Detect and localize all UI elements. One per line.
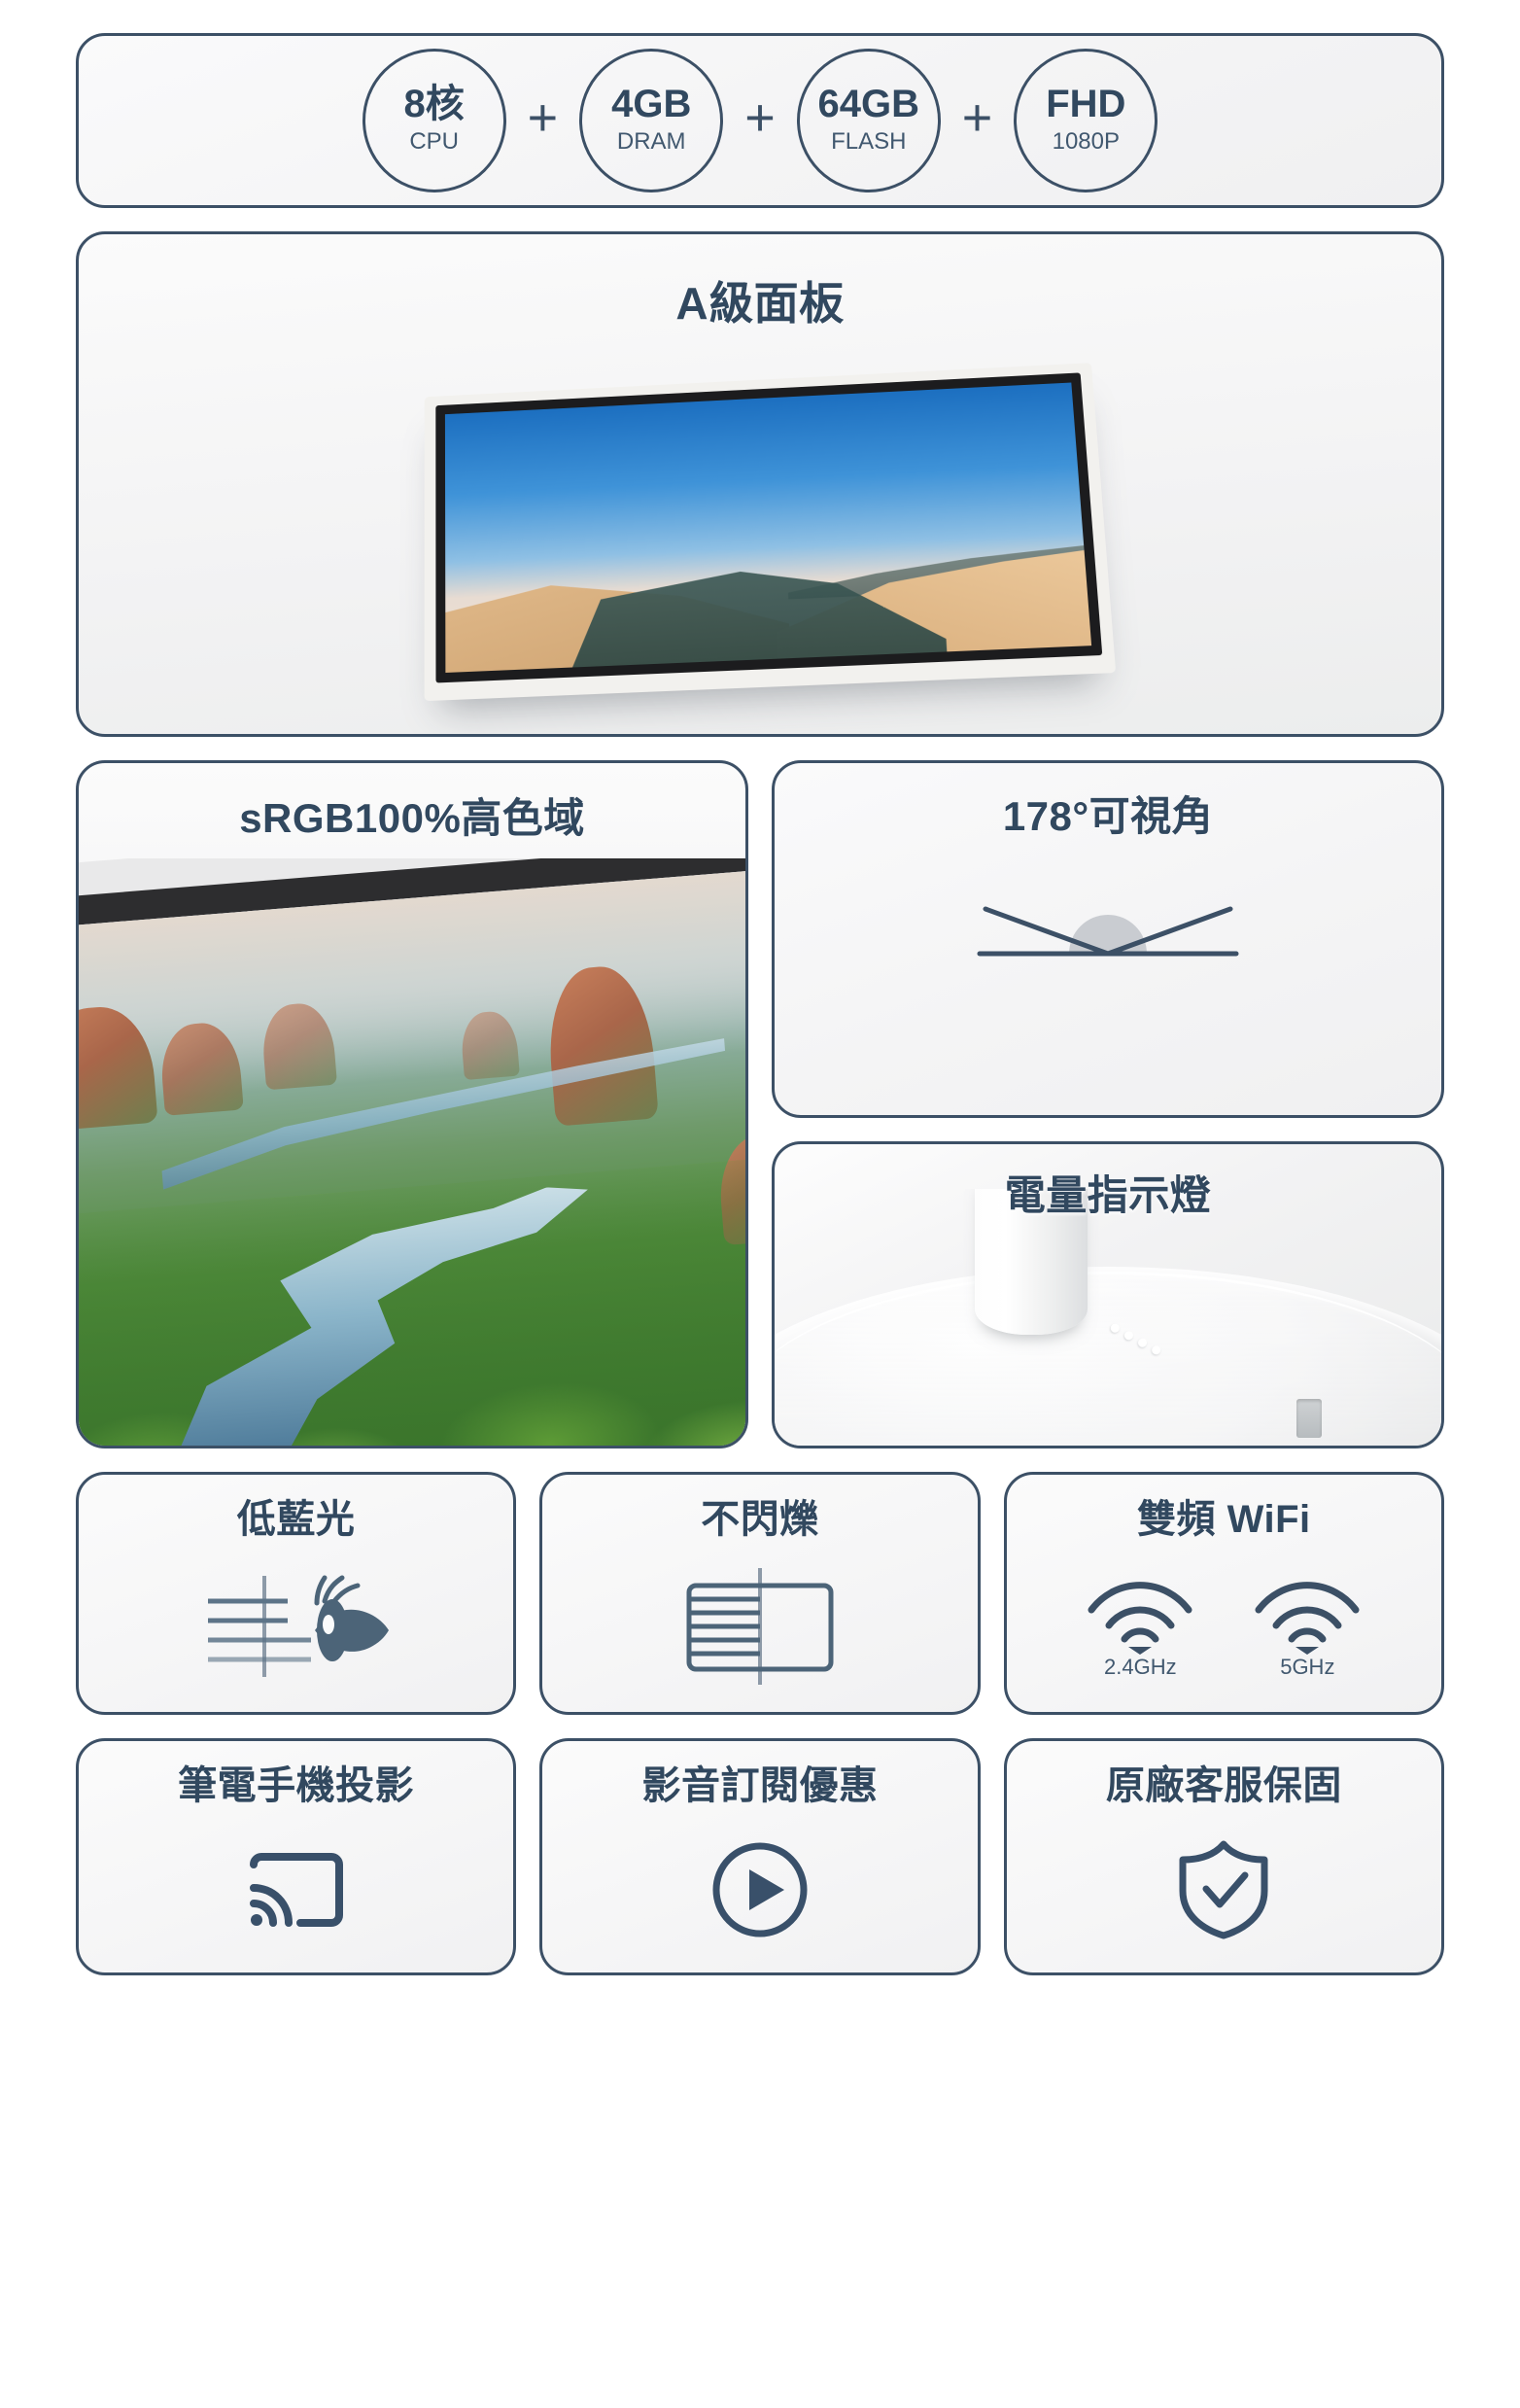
panel-grade-title: A級面板 <box>675 278 845 329</box>
product-feature-page: 8核 CPU + 4GB DRAM + 64GB FLASH + FHD 108… <box>0 0 1520 2408</box>
media-subscription-card: 影音訂閱優惠 <box>539 1738 981 1975</box>
spec-main-value: 4GB <box>611 83 692 126</box>
warranty-title: 原廠客服保固 <box>1105 1764 1342 1807</box>
monitor-bezel <box>435 372 1103 683</box>
spec-sub-label: FLASH <box>831 128 907 156</box>
wifi-band-label: 2.4GHz <box>1104 1655 1177 1679</box>
spec-sub-label: DRAM <box>616 128 686 156</box>
flicker-free-card: 不閃爍 <box>539 1472 981 1715</box>
spec-main-value: 8核 <box>403 83 465 126</box>
warranty-card: 原廠客服保固 <box>1003 1738 1444 1975</box>
spec-circle-dram: 4GB DRAM <box>579 49 724 192</box>
wifi-icon <box>1088 1582 1192 1655</box>
dual-band-wifi-title: 雙頻 WiFi <box>1136 1498 1311 1541</box>
monitor-screen-desert-wallpaper <box>444 382 1092 674</box>
srgb-monitor-body <box>79 858 745 1446</box>
monitor-photo <box>79 329 1441 734</box>
wifi-band-label: 5GHz <box>1280 1655 1335 1679</box>
low-blue-light-card: 低藍光 <box>76 1472 517 1715</box>
panel-grade-card: A級面板 <box>76 231 1444 737</box>
spec-sub-label: 1080P <box>1052 128 1121 156</box>
shield-check-icon <box>1007 1807 1441 1972</box>
dual-band-wifi-card: 雙頻 WiFi 2.4GHz 5GHz <box>1003 1472 1444 1715</box>
screen-cast-card: 筆電手機投影 <box>76 1738 517 1975</box>
screen-cast-title: 筆電手機投影 <box>178 1764 415 1807</box>
screen-cast-icon <box>79 1807 513 1972</box>
flicker-free-title: 不閃爍 <box>701 1498 819 1541</box>
spec-main-value: FHD <box>1046 83 1126 126</box>
spec-sub-label: CPU <box>409 128 459 156</box>
srgb-monitor-photo <box>79 858 745 1446</box>
battery-base-photo <box>775 1189 1441 1446</box>
play-circle-icon <box>542 1807 977 1972</box>
battery-indicator-card: 電量指示燈 <box>772 1141 1444 1448</box>
usb-port <box>1295 1399 1322 1439</box>
monitor-body <box>424 363 1117 702</box>
viewing-angle-card: 178°可視角 <box>772 760 1444 1118</box>
viewing-angle-icon <box>962 872 1254 961</box>
spec-plus-icon: + <box>527 88 559 147</box>
spec-plus-icon: + <box>961 88 993 147</box>
spec-plus-icon: + <box>744 88 776 147</box>
srgb-screen-mangrove-wallpaper <box>79 866 745 1446</box>
srgb-gamut-card: sRGB100%高色域 <box>76 760 748 1448</box>
wifi-band-24: 2.4GHz <box>1082 1579 1198 1678</box>
spec-circle-resolution: FHD 1080P <box>1014 49 1158 192</box>
service-feature-row: 筆電手機投影 影音訂閱優惠 原廠客服保固 <box>76 1738 1444 1975</box>
media-subscription-title: 影音訂閱優惠 <box>641 1764 879 1807</box>
battery-indicator-title: 電量指示燈 <box>1004 1172 1212 1218</box>
spec-strip-card: 8核 CPU + 4GB DRAM + 64GB FLASH + FHD 108… <box>76 33 1444 208</box>
low-blue-light-eye-icon <box>79 1541 513 1712</box>
feature-icon-row: 低藍光 不閃爍 雙頻 WiFi 2.4GHz 5GHz <box>76 1472 1444 1715</box>
srgb-gamut-title: sRGB100%高色域 <box>239 795 585 841</box>
dual-band-wifi-icon: 2.4GHz 5GHz <box>1007 1541 1441 1712</box>
spec-main-value: 64GB <box>817 83 920 126</box>
low-blue-light-title: 低藍光 <box>236 1498 356 1541</box>
wifi-band-5: 5GHz <box>1249 1579 1365 1678</box>
mid-feature-grid: sRGB100%高色域 178°可視角 電量指示燈 <box>76 760 1444 1448</box>
wifi-icon <box>1255 1582 1360 1655</box>
flicker-free-screen-icon <box>542 1541 977 1712</box>
spec-circle-cpu: 8核 CPU <box>362 49 506 192</box>
viewing-angle-title: 178°可視角 <box>1002 793 1214 839</box>
spec-circle-flash: 64GB FLASH <box>796 49 941 192</box>
